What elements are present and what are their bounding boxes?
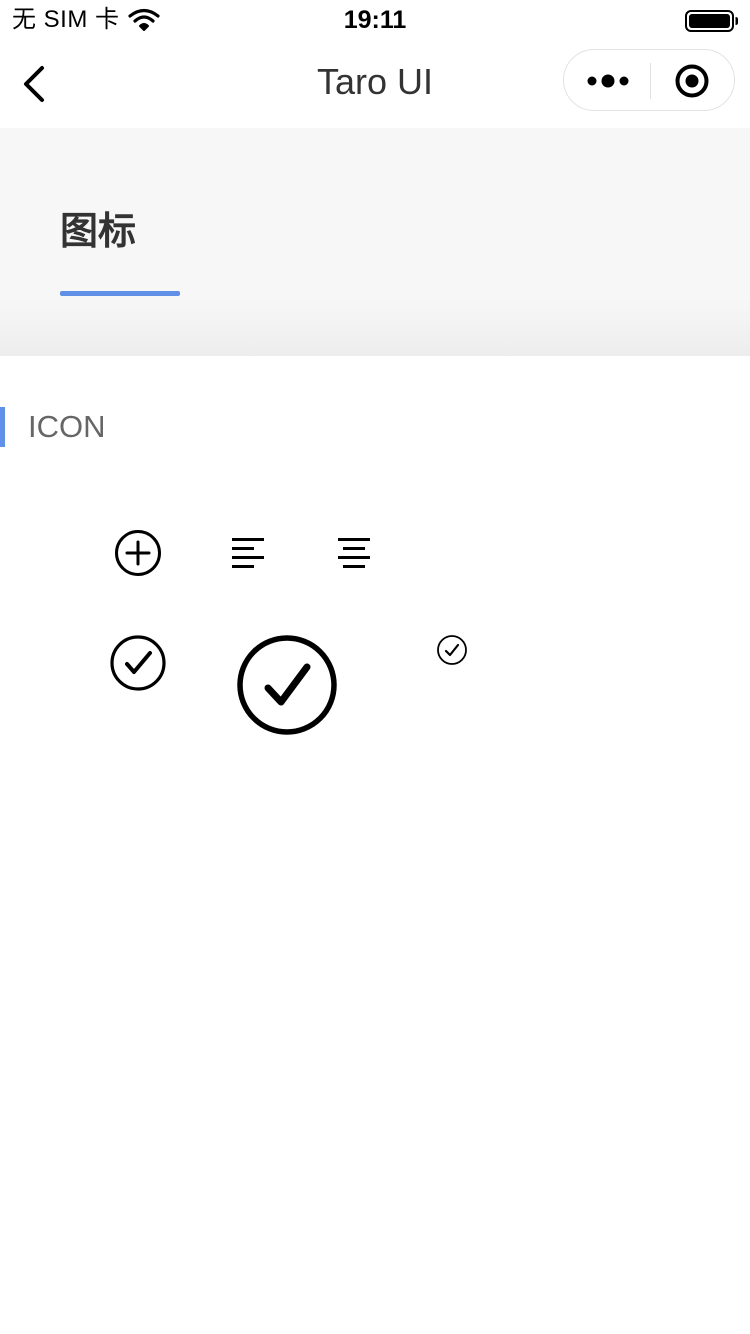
battery-icon: [685, 10, 738, 32]
check-circle-icon-small: [437, 635, 467, 665]
add-circle-icon: [115, 530, 161, 576]
page-header-underline: [60, 291, 180, 296]
page-header-title: 图标: [60, 209, 137, 253]
capsule-divider: [650, 63, 651, 99]
check-circle-icon: [110, 635, 166, 691]
nav-bar: Taro UI: [0, 40, 750, 128]
section-marker: [0, 407, 5, 447]
align-left-icon: [232, 538, 264, 568]
check-circle-icon-large: [237, 635, 337, 735]
menu-capsule: [563, 49, 735, 111]
record-icon[interactable]: [674, 63, 710, 99]
more-icon[interactable]: [586, 66, 630, 96]
status-bar: 无 SIM 卡 19:11: [0, 0, 750, 40]
page-header: 图标: [0, 128, 750, 356]
align-center-icon: [338, 538, 370, 568]
section-title: ICON: [28, 409, 106, 444]
status-time: 19:11: [343, 6, 407, 34]
